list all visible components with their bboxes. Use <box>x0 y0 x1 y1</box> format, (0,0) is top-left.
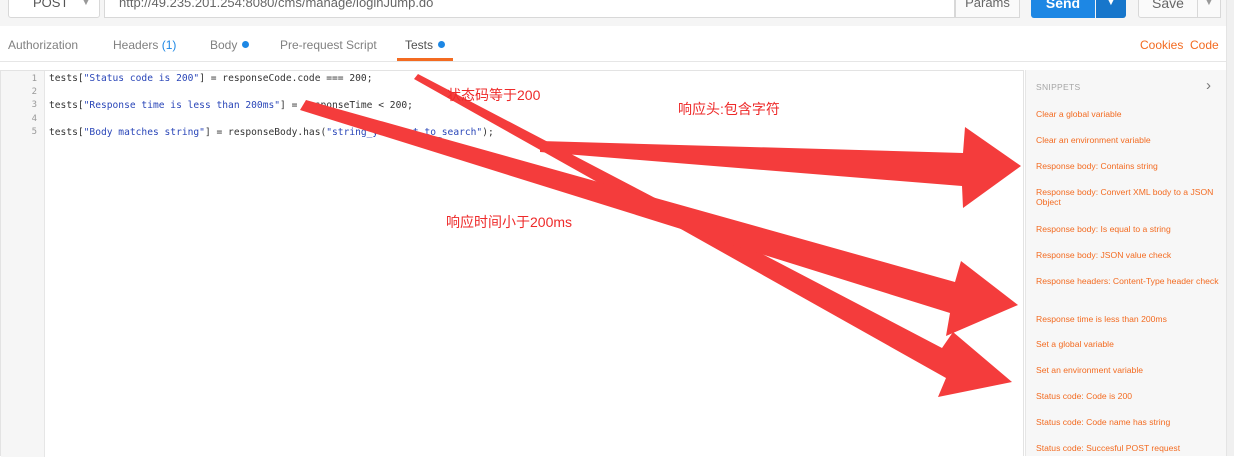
body-modified-dot-icon <box>242 41 250 48</box>
code-token: ] = responseCode.code === 200; <box>199 73 373 84</box>
snippet-item[interactable]: Set an environment variable <box>1036 365 1222 375</box>
code-string: "Body matches string" <box>83 127 205 138</box>
annotation-response-header: 响应头:包含字符 <box>678 101 780 117</box>
code-string: "string_you_want_to_search" <box>326 127 483 138</box>
tab-headers[interactable]: Headers (1) <box>113 30 176 61</box>
send-options-chevron-icon[interactable]: ▼ <box>1096 0 1126 18</box>
code-line-3[interactable]: tests["Response time is less than 200ms"… <box>49 100 413 112</box>
cookies-link[interactable]: Cookies <box>1140 30 1183 61</box>
annotation-status-code: 状态码等于200 <box>447 87 541 103</box>
snippet-item[interactable]: Response body: Is equal to a string <box>1036 224 1222 234</box>
snippets-panel: SNIPPETS › Clear a global variable Clear… <box>1025 70 1226 456</box>
snippet-item[interactable]: Status code: Code is 200 <box>1036 391 1222 401</box>
code-token: tests[ <box>49 73 84 84</box>
line-number: 2 <box>31 87 37 97</box>
code-line-1[interactable]: tests["Status code is 200"] = responseCo… <box>49 73 372 85</box>
collapse-snippets-chevron-icon[interactable]: › <box>1206 78 1211 93</box>
params-button[interactable]: Params <box>955 0 1020 18</box>
snippet-item[interactable]: Response headers: Content-Type header ch… <box>1036 276 1222 286</box>
snippet-item[interactable]: Set a global variable <box>1036 339 1222 349</box>
snippet-item[interactable]: Clear an environment variable <box>1036 135 1222 145</box>
request-tabs: Authorization Headers (1) Body Pre-reque… <box>0 30 1226 62</box>
code-token: tests[ <box>49 127 84 138</box>
save-options-chevron-icon[interactable]: ▼ <box>1197 0 1221 18</box>
snippets-header: SNIPPETS <box>1036 82 1081 92</box>
tab-prerequest-label: Pre-request Script <box>280 38 377 52</box>
tab-authorization-label: Authorization <box>8 38 79 52</box>
send-button[interactable]: Send <box>1031 0 1095 18</box>
snippet-item[interactable]: Response body: JSON value check <box>1036 250 1222 260</box>
method-select[interactable]: POST ▼ <box>8 0 100 18</box>
code-token: ] = responseTime < 200; <box>280 100 413 111</box>
headers-count-badge: (1) <box>161 38 177 52</box>
code-line-5[interactable]: tests["Body matches string"] = responseB… <box>49 127 494 139</box>
tab-tests[interactable]: Tests <box>397 30 454 61</box>
code-token: ); <box>482 127 494 138</box>
tab-headers-label: Headers <box>113 38 159 52</box>
line-number: 4 <box>31 114 37 124</box>
code-string: "Response time is less than 200ms" <box>83 100 281 111</box>
tests-code-editor[interactable]: 1 2 3 4 5 tests["Status code is 200"] = … <box>0 70 1024 457</box>
save-button[interactable]: Save <box>1138 0 1198 18</box>
line-number-gutter: 1 2 3 4 5 <box>1 71 45 457</box>
snippet-item[interactable]: Response body: Convert XML body to a JSO… <box>1036 187 1222 207</box>
tab-prerequest-script[interactable]: Pre-request Script <box>280 30 377 61</box>
snippet-item[interactable]: Response body: Contains string <box>1036 161 1222 171</box>
tab-body-label: Body <box>210 38 238 52</box>
line-number: 1 <box>31 74 37 84</box>
window-scrollbar[interactable] <box>1226 0 1234 456</box>
code-token: tests[ <box>49 100 84 111</box>
tab-tests-label: Tests <box>405 38 434 52</box>
snippet-item[interactable]: Status code: Succesful POST request <box>1036 443 1222 453</box>
tests-modified-dot-icon <box>438 41 446 48</box>
annotation-response-time: 响应时间小于200ms <box>446 214 573 230</box>
code-token: ] = responseBody.has( <box>204 127 327 138</box>
url-input[interactable]: http://49.235.201.254:8080/cms/manage/lo… <box>104 0 955 18</box>
tab-authorization[interactable]: Authorization <box>8 30 78 61</box>
code-link[interactable]: Code <box>1190 30 1219 61</box>
method-label: POST <box>33 0 69 10</box>
snippet-item[interactable]: Status code: Code name has string <box>1036 417 1222 427</box>
request-bar: POST ▼ http://49.235.201.254:8080/cms/ma… <box>0 0 1234 26</box>
line-number: 5 <box>31 127 37 137</box>
snippet-item[interactable]: Response time is less than 200ms <box>1036 314 1222 324</box>
tab-body[interactable]: Body <box>210 30 250 61</box>
code-string: "Status code is 200" <box>83 73 200 84</box>
snippet-item[interactable]: Clear a global variable <box>1036 109 1222 119</box>
chevron-down-icon: ▼ <box>81 0 91 8</box>
line-number: 3 <box>31 100 37 110</box>
